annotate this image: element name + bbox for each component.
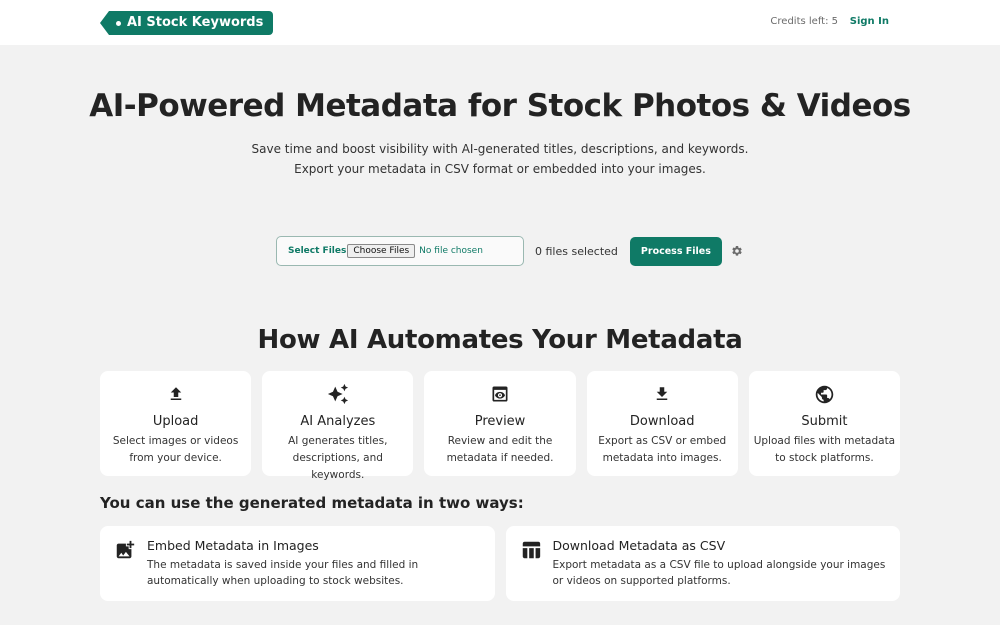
step-description: Upload files with metadata to stock plat…: [753, 435, 896, 464]
usage-ways-title: You can use the generated metadata in tw…: [100, 494, 524, 512]
step-title: Download: [629, 414, 695, 429]
step-card-download: Download Export as CSV or embed metadata…: [586, 371, 738, 476]
way-description: The metadata is saved inside your files …: [147, 559, 419, 587]
logo-tag: AI Stock Keywords: [109, 11, 274, 35]
gear-icon[interactable]: [731, 245, 743, 257]
step-description: Review and edit the metadata if needed.: [446, 435, 554, 464]
hero-subtitle-line1: Save time and boost visibility with AI-g…: [251, 142, 749, 156]
process-files-button[interactable]: Process Files: [629, 236, 722, 266]
logo[interactable]: AI Stock Keywords: [100, 11, 274, 35]
tag-hole-icon: [116, 20, 121, 26]
preview-icon: [492, 386, 508, 402]
step-description: Select images or videos from your device…: [112, 435, 239, 464]
step-title: AI Analyzes: [300, 414, 376, 429]
way-title: Download Metadata as CSV: [552, 538, 726, 553]
way-card-embed: Embed Metadata in Images The metadata is…: [100, 526, 495, 601]
step-title: Submit: [801, 414, 848, 429]
files-selected-count: 0 files selected: [535, 244, 618, 258]
upload-row: Select Files Choose Files No file chosen…: [276, 236, 743, 266]
way-description: Export metadata as a CSV file to upload …: [552, 559, 886, 587]
logo-tag-notch: [100, 11, 109, 35]
step-card-submit: Submit Upload files with metadata to sto…: [748, 371, 901, 476]
way-card-csv: Download Metadata as CSV Export metadata…: [505, 526, 900, 601]
step-title: Preview: [474, 414, 526, 429]
upload-icon: [170, 387, 181, 400]
way-title: Embed Metadata in Images: [147, 538, 319, 553]
step-title: Upload: [152, 414, 199, 429]
usage-ways-list: Embed Metadata in Images The metadata is…: [100, 526, 900, 601]
step-card-preview: Preview Review and edit the metadata if …: [424, 371, 576, 476]
add-photo-icon: [116, 540, 135, 559]
top-bar: AI Stock Keywords Credits left: 5 Sign I…: [0, 0, 1000, 45]
select-files-label: Select Files: [288, 246, 347, 256]
how-it-works-title: How AI Automates Your Metadata: [257, 325, 743, 355]
sparkles-icon: [327, 383, 348, 405]
sign-in-link[interactable]: Sign In: [850, 16, 889, 27]
logo-text: AI Stock Keywords: [127, 15, 264, 30]
step-card-upload: Upload Select images or videos from your…: [100, 371, 252, 476]
file-input[interactable]: Select Files Choose Files No file chosen: [276, 236, 524, 266]
page-title: AI-Powered Metadata for Stock Photos & V…: [89, 88, 911, 124]
step-description: AI generates titles, descriptions, and k…: [288, 435, 388, 481]
choose-files-button[interactable]: Choose Files: [347, 244, 416, 258]
no-file-chosen-text: No file chosen: [419, 246, 483, 256]
credits-left: Credits left: 5: [770, 16, 838, 27]
download-icon: [656, 387, 668, 400]
table-icon: [522, 541, 540, 559]
globe-icon: [815, 385, 834, 403]
step-description: Export as CSV or embed metadata into ima…: [598, 435, 727, 464]
steps-list: Upload Select images or videos from your…: [100, 371, 901, 481]
step-card-ai-analyzes: AI Analyzes AI generates titles, descrip…: [262, 371, 414, 481]
hero-subtitle-line2: Export your metadata in CSV format or em…: [294, 162, 706, 176]
